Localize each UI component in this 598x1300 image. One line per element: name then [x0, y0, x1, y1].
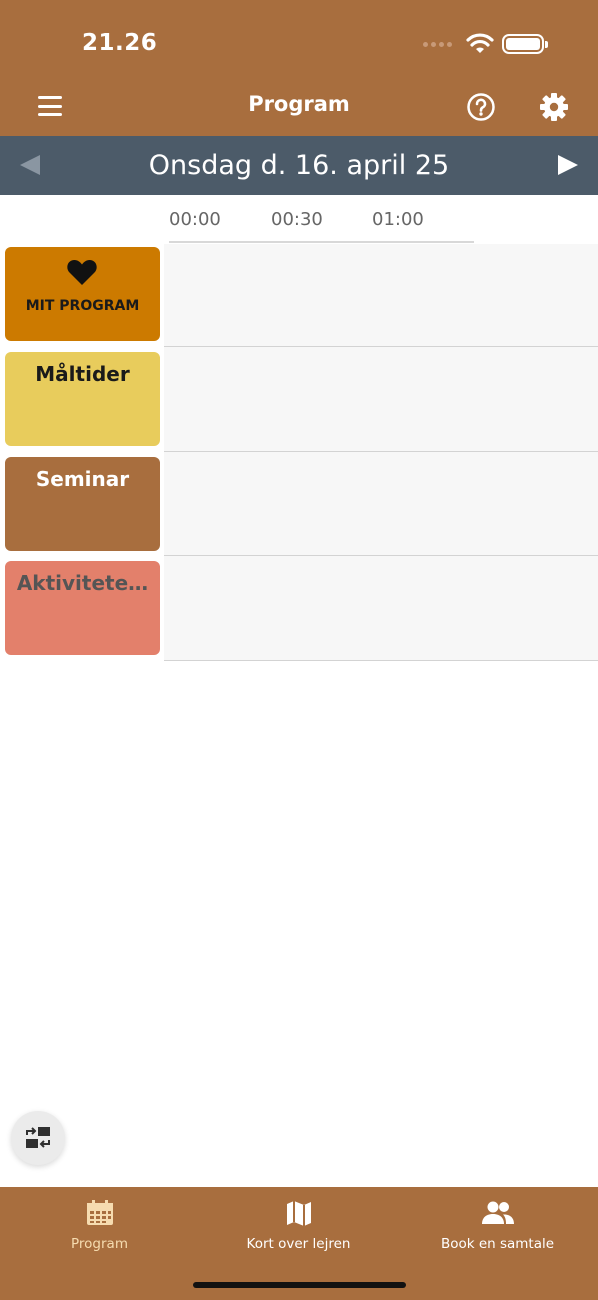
status-icons: [423, 32, 548, 56]
schedule-grid[interactable]: [164, 244, 598, 661]
category-label: Aktivitete…: [16, 571, 149, 595]
gear-icon: [540, 93, 568, 121]
next-day-button[interactable]: [553, 150, 583, 180]
heart-icon: [67, 259, 97, 285]
tab-label: Program: [71, 1236, 128, 1252]
time-label: 00:30: [271, 209, 323, 230]
tab-label: Kort over lejren: [246, 1236, 351, 1252]
home-indicator: [193, 1282, 406, 1288]
category-seminar[interactable]: Seminar: [5, 457, 160, 551]
current-date: Onsdag d. 16. april 25: [148, 150, 450, 181]
tab-kort-over-lejren[interactable]: Kort over lejren: [199, 1187, 398, 1267]
help-circle-icon: [467, 93, 495, 121]
timeline-header: 00:00 00:30 01:00: [0, 195, 598, 245]
row-divider: [164, 660, 598, 661]
cellular-signal-icon: [423, 41, 452, 47]
category-label: Seminar: [35, 467, 130, 491]
time-label: 01:00: [372, 209, 424, 230]
category-mit-program[interactable]: MIT PROGRAM: [5, 247, 160, 341]
tab-book-en-samtale[interactable]: Book en samtale: [398, 1187, 597, 1267]
battery-icon: [502, 34, 548, 54]
settings-button[interactable]: [539, 92, 569, 122]
category-label: Måltider: [35, 362, 130, 386]
category-aktiviteter[interactable]: Aktivitete…: [5, 561, 160, 655]
map-icon: [286, 1201, 311, 1226]
row-divider: [164, 451, 598, 452]
timeline-rule: [169, 241, 474, 243]
date-navigation-bar: Onsdag d. 16. april 25: [0, 136, 598, 195]
row-divider: [164, 555, 598, 556]
people-icon: [481, 1201, 514, 1224]
help-button[interactable]: [466, 92, 496, 122]
category-label: MIT PROGRAM: [25, 298, 140, 314]
tab-program[interactable]: Program: [0, 1187, 199, 1267]
top-bar: 21.26 Program: [0, 0, 598, 136]
wifi-icon: [466, 33, 494, 53]
calendar-icon: [86, 1200, 113, 1225]
switch-view-button[interactable]: [11, 1111, 65, 1165]
page-title: Program: [248, 92, 350, 116]
tab-label: Book en samtale: [440, 1236, 555, 1252]
time-label: 00:00: [169, 209, 221, 230]
triangle-right-icon: [558, 155, 578, 175]
row-divider: [164, 346, 598, 347]
category-maaltider[interactable]: Måltider: [5, 352, 160, 446]
status-time: 21.26: [82, 30, 158, 56]
switch-view-icon: [26, 1127, 50, 1148]
